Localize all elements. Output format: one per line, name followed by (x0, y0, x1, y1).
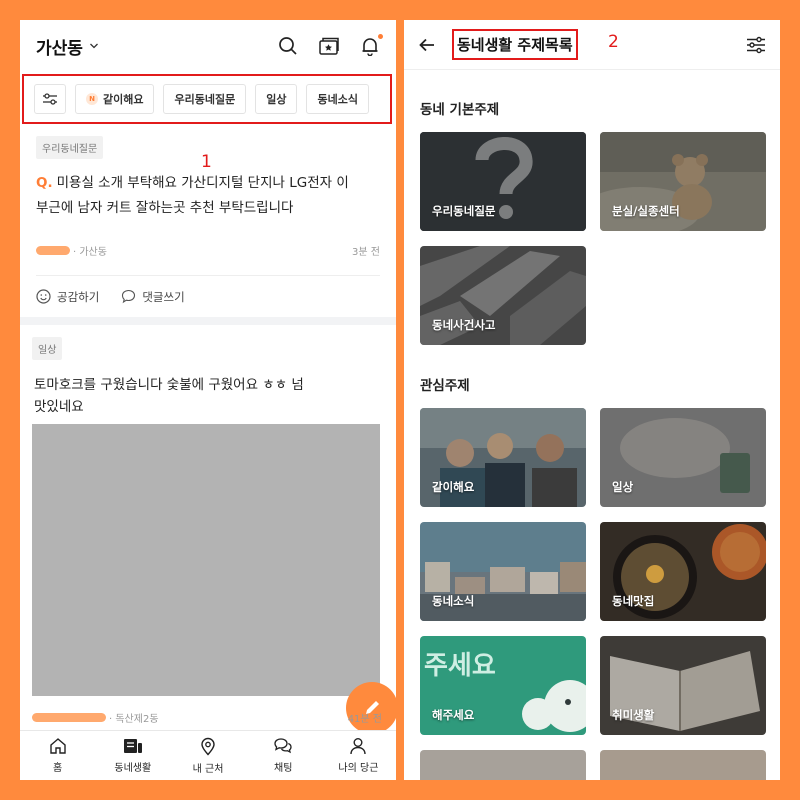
post-time: 41분 전 (347, 714, 382, 725)
topic-card-local-news[interactable]: 동네소식 (420, 522, 586, 621)
comment-button[interactable]: 댓글쓰기 (121, 289, 185, 305)
nav-label: 나의 당근 (338, 763, 379, 774)
search-icon[interactable] (278, 36, 298, 56)
nav-label: 동네생활 (114, 763, 152, 774)
topic-label: 분실/실종센터 (612, 204, 680, 218)
section-title-interest: 관심주제 (420, 378, 470, 394)
post-title: Q. 미용실 소개 부탁해요 가산디지털 단지나 LG전자 이 부근에 남자 커트… (36, 171, 380, 221)
events-icon[interactable] (318, 36, 340, 56)
topic-label: 동네사건사고 (432, 318, 496, 332)
topic-label: 동네소식 (432, 594, 475, 608)
topic-card-daily[interactable]: 일상 (600, 408, 766, 507)
post-title-line: 미용실 소개 부탁해요 가산디지털 단지나 LG전자 이 (56, 175, 349, 191)
post-location: · 독산제2동 (109, 714, 159, 725)
new-badge: N (86, 93, 98, 105)
like-label: 공감하기 (57, 289, 100, 304)
back-arrow-icon[interactable] (418, 36, 436, 54)
filter-button[interactable] (34, 84, 66, 114)
comment-label: 댓글쓰기 (142, 289, 185, 304)
topic-card-hobbies[interactable]: 취미생활 (600, 636, 766, 735)
location-selector[interactable]: 가산동 (36, 34, 83, 59)
location-pin-icon (201, 737, 215, 756)
post-title-line: 맛있네요 (34, 399, 84, 415)
chip-together[interactable]: N 같이해요 (75, 84, 155, 114)
post-title-line: 토마호크를 구웠습니다 숯불에 구웠어요 ㅎㅎ 넘 (34, 377, 304, 393)
chip-label: 같이해요 (103, 93, 144, 106)
notification-dot (378, 34, 383, 39)
community-icon (123, 739, 142, 753)
post-image-redacted (32, 424, 380, 696)
chip-local-news[interactable]: 동네소식 (306, 84, 369, 114)
post-location: · 가산동 (73, 246, 107, 258)
post-card[interactable]: 일상 토마호크를 구웠습니다 숯불에 구웠어요 ㅎㅎ 넘 맛있네요 (20, 325, 396, 696)
post-meta: · 가산동 3분 전 (36, 243, 380, 258)
topic-label: 일상 (612, 480, 634, 494)
feed-divider (20, 317, 396, 325)
nav-nearby[interactable]: 내 근처 (170, 731, 245, 780)
post-time: 3분 전 (352, 246, 380, 258)
feed-header: 가산동 (20, 20, 396, 72)
section-title-basic: 동네 기본주제 (420, 102, 500, 118)
profile-icon (350, 738, 367, 755)
topic-card-incidents[interactable]: 동네사건사고 (420, 246, 586, 345)
nav-label: 내 근처 (192, 763, 224, 775)
post-category-tag: 일상 (32, 337, 63, 360)
topic-card-partial[interactable] (600, 750, 766, 780)
reaction-row: 공감하기 댓글쓰기 (36, 275, 380, 317)
topic-label: 해주세요 (432, 708, 475, 722)
annotation-number-2: 2 (608, 32, 619, 52)
nav-community[interactable]: 동네생활 (95, 731, 170, 780)
svg-text:주세요: 주세요 (424, 651, 496, 681)
like-button[interactable]: 공감하기 (36, 289, 99, 305)
post-category-tag: 우리동네질문 (36, 136, 104, 159)
bell-icon[interactable] (360, 36, 380, 56)
topic-label: 우리동네질문 (432, 204, 496, 218)
write-post-button[interactable] (346, 682, 396, 734)
question-prefix: Q. (36, 175, 53, 191)
nav-home[interactable]: 홈 (20, 731, 95, 780)
topic-card-partial[interactable] (420, 750, 586, 780)
smile-icon (36, 289, 51, 304)
nav-my-profile[interactable]: 나의 당근 (321, 731, 396, 780)
settings-sliders-icon[interactable] (746, 36, 766, 54)
chip-label: 우리동네질문 (174, 93, 236, 106)
post-card[interactable]: 우리동네질문 Q. 미용실 소개 부탁해요 가산디지털 단지나 LG전자 이 부근… (20, 124, 396, 317)
chat-icon (274, 738, 292, 754)
speech-bubble-icon (122, 289, 136, 304)
topic-card-restaurants[interactable]: 동네맛집 (600, 522, 766, 621)
blurred-username (36, 245, 70, 255)
post-title-line: 부근에 남자 커트 잘하는곳 추천 부탁드립니다 (36, 200, 294, 216)
bottom-navigation: 홈 동네생활 내 근처 채팅 나의 당근 (20, 730, 396, 780)
blurred-username (32, 713, 106, 722)
chip-daily[interactable]: 일상 (255, 84, 298, 114)
page-title: 동네생활 주제목록 (452, 29, 578, 60)
topic-list-screen: 동네생활 주제목록 2 동네 기본주제 우리동네질문 분실/실종센터 동네사건사… (404, 20, 780, 780)
chip-neighborhood-question[interactable]: 우리동네질문 (163, 84, 247, 114)
chip-label: 일상 (266, 93, 287, 106)
topic-chip-bar: N 같이해요 우리동네질문 일상 동네소식 (22, 74, 392, 124)
nav-label: 홈 (53, 763, 63, 774)
sliders-icon (43, 93, 57, 105)
topic-card-lost-found[interactable]: 분실/실종센터 (600, 132, 766, 231)
chevron-down-icon[interactable] (89, 41, 99, 51)
community-feed-screen: 가산동 N 같이해요 우리동네질문 일상 동네소식 1 우리동네질문 Q. 미용… (20, 20, 396, 780)
topic-label: 같이해요 (432, 480, 475, 494)
topic-card-requests[interactable]: 주세요 해주세요 (420, 636, 586, 735)
topic-card-question[interactable]: 우리동네질문 (420, 132, 586, 231)
topic-list-header: 동네생활 주제목록 2 (404, 20, 780, 70)
nav-chat[interactable]: 채팅 (246, 731, 321, 780)
chip-label: 동네소식 (317, 93, 358, 106)
topic-label: 동네맛집 (612, 594, 655, 608)
topic-label: 취미생활 (612, 708, 655, 722)
post-meta: · 독산제2동 41분 전 (32, 710, 382, 725)
home-icon (49, 738, 66, 754)
topic-card-together[interactable]: 같이해요 (420, 408, 586, 507)
post-title: 토마호크를 구웠습니다 숯불에 구웠어요 ㅎㅎ 넘 맛있네요 (32, 374, 384, 418)
nav-label: 채팅 (274, 763, 293, 774)
